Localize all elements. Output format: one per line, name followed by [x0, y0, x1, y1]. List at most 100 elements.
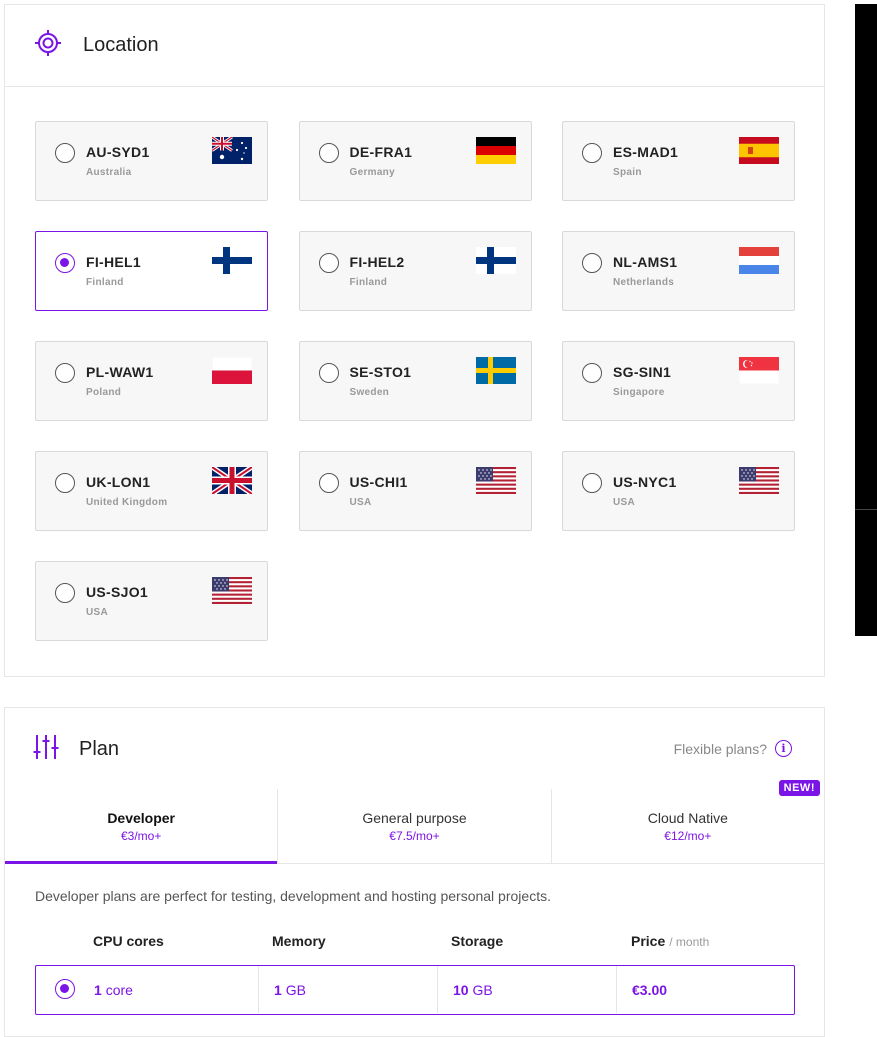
- region-country: Poland: [86, 387, 122, 398]
- region-radio[interactable]: [318, 253, 339, 273]
- flag-fi-icon: [475, 247, 516, 274]
- region-radio[interactable]: [55, 583, 75, 603]
- memory-value: 1: [274, 981, 282, 998]
- region-option-us-sjo1[interactable]: US-SJO1 USA: [35, 561, 268, 641]
- flag-us-icon: [475, 467, 516, 494]
- region-radio[interactable]: [582, 143, 602, 163]
- flag-pl-icon: [212, 357, 252, 384]
- info-icon[interactable]: i: [775, 740, 792, 757]
- region-code: US-SJO1: [86, 584, 149, 600]
- tab-general-purpose[interactable]: General purpose €7.5/mo+: [278, 789, 552, 863]
- region-country: United Kingdom: [86, 497, 168, 508]
- region-code: FI-HEL2: [349, 254, 405, 270]
- region-option-fi-hel2[interactable]: FI-HEL2 Finland: [298, 231, 532, 311]
- sliders-icon: [33, 733, 59, 766]
- col-price: Price / month: [631, 933, 709, 949]
- flag-fi-icon: [212, 247, 252, 274]
- region-option-nl-ams1[interactable]: NL-AMS1 Netherlands: [562, 231, 795, 311]
- tab-price: €7.5/mo+: [389, 829, 440, 843]
- region-code: US-NYC1: [613, 474, 677, 490]
- col-cpu: CPU cores: [93, 933, 164, 949]
- region-code: FI-HEL1: [86, 254, 141, 270]
- col-price-unit: / month: [669, 935, 710, 949]
- flag-sg-icon: [739, 357, 779, 384]
- region-option-au-syd1[interactable]: AU-SYD1 Australia: [35, 121, 268, 201]
- plan-table-header: CPU cores Memory Storage Price / month: [35, 933, 795, 953]
- region-option-uk-lon1[interactable]: UK-LON1 United Kingdom: [35, 451, 268, 531]
- col-memory: Memory: [272, 933, 326, 949]
- plan-description: Developer plans are perfect for testing,…: [35, 888, 551, 904]
- target-icon: [33, 28, 63, 63]
- region-code: NL-AMS1: [613, 254, 678, 270]
- cpu-unit: core: [105, 981, 133, 998]
- memory-unit: GB: [285, 981, 306, 998]
- tab-price: €12/mo+: [664, 829, 712, 843]
- region-radio[interactable]: [55, 143, 75, 163]
- region-country: Netherlands: [613, 277, 675, 288]
- flag-nl-icon: [739, 247, 779, 274]
- plan-title: Plan: [79, 737, 120, 760]
- location-card: Location AU-SYD1 Australia DE-FRA1 Germany E…: [4, 4, 825, 677]
- region-code: UK-LON1: [86, 474, 151, 490]
- region-option-de-fra1[interactable]: DE-FRA1 Germany: [298, 121, 532, 201]
- region-option-se-sto1[interactable]: SE-STO1 Sweden: [298, 341, 532, 421]
- region-code: PL-WAW1: [86, 364, 154, 380]
- flag-se-icon: [475, 357, 516, 384]
- flag-es-icon: [739, 137, 779, 164]
- flexible-plans-link[interactable]: Flexible plans? i: [674, 740, 792, 757]
- cpu-value: 1: [94, 981, 102, 998]
- region-country: USA: [613, 497, 636, 508]
- cpu-cell: 1 core: [36, 966, 258, 1013]
- flexible-plans-label: Flexible plans?: [673, 740, 767, 757]
- location-header: Location: [5, 5, 824, 87]
- flag-us-icon: [212, 577, 252, 604]
- region-country: Sweden: [349, 387, 390, 398]
- plan-card: Plan Flexible plans? i Developer €3/mo+ …: [4, 707, 825, 1037]
- tab-label: Developer: [107, 810, 176, 826]
- flag-de-icon: [475, 137, 516, 164]
- region-radio[interactable]: [55, 473, 75, 493]
- region-option-pl-waw1[interactable]: PL-WAW1 Poland: [35, 341, 268, 421]
- region-option-us-chi1[interactable]: US-CHI1 USA: [298, 451, 532, 531]
- region-country: Finland: [86, 277, 124, 288]
- region-option-fi-hel1[interactable]: FI-HEL1 Finland: [35, 231, 268, 311]
- region-radio[interactable]: [582, 473, 602, 493]
- region-code: US-CHI1: [349, 474, 408, 490]
- region-radio[interactable]: [55, 253, 75, 273]
- region-option-sg-sin1[interactable]: SG-SIN1 Singapore: [562, 341, 795, 421]
- memory-cell: 1 GB: [258, 966, 437, 1013]
- region-code: SG-SIN1: [613, 364, 672, 380]
- plan-tabs: Developer €3/mo+ General purpose €7.5/mo…: [5, 780, 824, 864]
- region-code: DE-FRA1: [349, 144, 413, 160]
- region-country: USA: [86, 607, 109, 618]
- region-radio[interactable]: [318, 363, 339, 383]
- region-country: Spain: [613, 167, 642, 178]
- region-option-es-mad1[interactable]: ES-MAD1 Spain: [562, 121, 795, 201]
- region-radio[interactable]: [318, 473, 339, 493]
- tab-developer[interactable]: Developer €3/mo+: [5, 789, 279, 864]
- flag-us-icon: [739, 467, 779, 494]
- tab-cloud-native[interactable]: NEW! Cloud Native €12/mo+: [552, 780, 824, 863]
- region-country: Singapore: [613, 387, 665, 398]
- region-code: SE-STO1: [349, 364, 412, 380]
- tab-label: Cloud Native: [647, 810, 728, 826]
- region-country: Finland: [349, 277, 388, 288]
- col-storage: Storage: [451, 933, 504, 949]
- region-country: Germany: [349, 167, 395, 178]
- flag-uk-icon: [212, 467, 252, 494]
- plan-row[interactable]: 1 core 1 GB 10 GB €3.00: [35, 965, 795, 1015]
- storage-value: 10: [453, 981, 469, 998]
- region-radio[interactable]: [582, 363, 602, 383]
- storage-unit: GB: [472, 981, 493, 998]
- region-radio[interactable]: [582, 253, 602, 273]
- region-radio[interactable]: [318, 143, 339, 163]
- region-code: AU-SYD1: [86, 144, 150, 160]
- region-radio[interactable]: [55, 363, 75, 383]
- tab-label: General purpose: [362, 810, 467, 826]
- col-price-label: Price: [631, 933, 666, 949]
- location-title: Location: [83, 34, 159, 56]
- region-code: ES-MAD1: [613, 144, 679, 160]
- region-option-us-nyc1[interactable]: US-NYC1 USA: [562, 451, 795, 531]
- tab-price: €3/mo+: [120, 829, 162, 843]
- side-panel-scrollbar[interactable]: [855, 4, 877, 636]
